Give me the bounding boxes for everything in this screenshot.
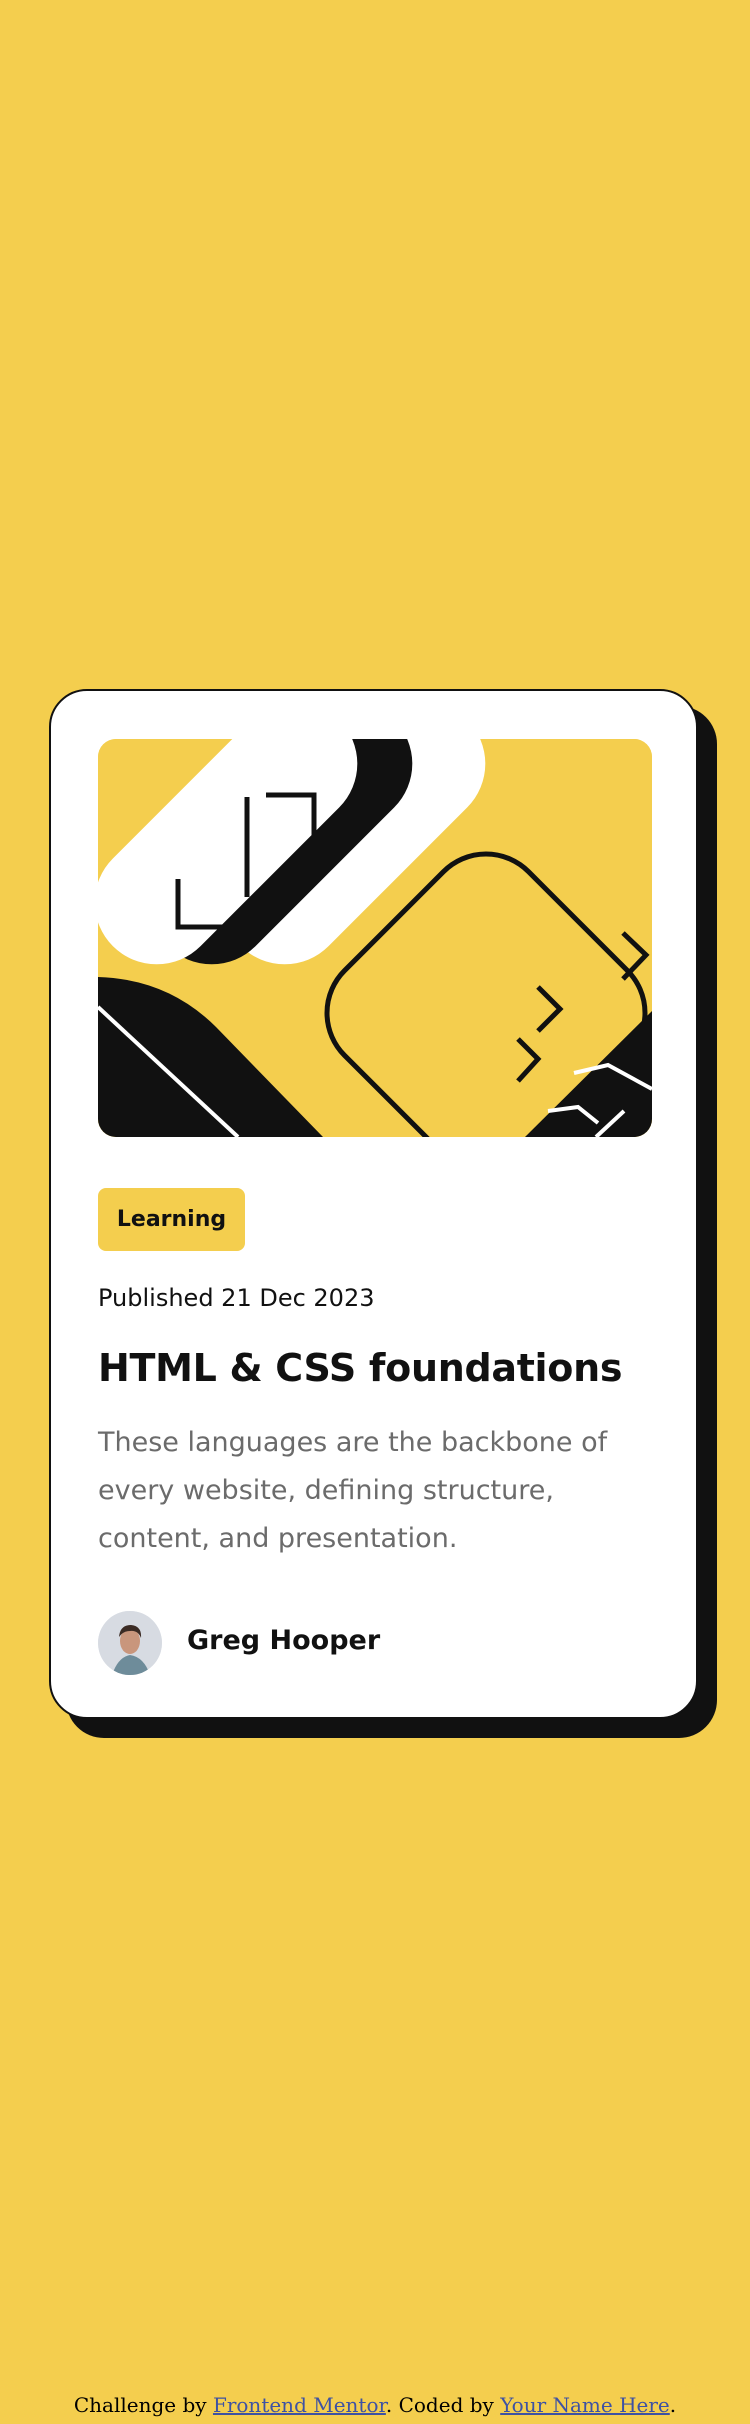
card-illustration xyxy=(98,739,652,1137)
avatar-image xyxy=(98,1611,162,1675)
illustration-svg xyxy=(98,739,652,1137)
card-description: These languages are the backbone of ever… xyxy=(98,1427,608,1554)
category-tag: Learning xyxy=(98,1188,245,1251)
attribution-suffix: . xyxy=(669,2393,677,2417)
frontend-mentor-link[interactable]: Frontend Mentor xyxy=(213,2393,386,2417)
attribution-middle: . Coded by xyxy=(385,2393,501,2417)
attribution: Challenge by Frontend Mentor. Coded by Y… xyxy=(0,2393,750,2417)
card-title[interactable]: HTML & CSS foundations xyxy=(98,1346,622,1390)
author-link[interactable]: Your Name Here xyxy=(500,2393,670,2417)
author-name: Greg Hooper xyxy=(187,1625,381,1656)
attribution-prefix: Challenge by xyxy=(73,2393,213,2417)
published-date: Published 21 Dec 2023 xyxy=(98,1284,375,1312)
blog-card: Learning Published 21 Dec 2023 HTML & CS… xyxy=(49,689,698,1719)
author-avatar xyxy=(98,1611,162,1675)
